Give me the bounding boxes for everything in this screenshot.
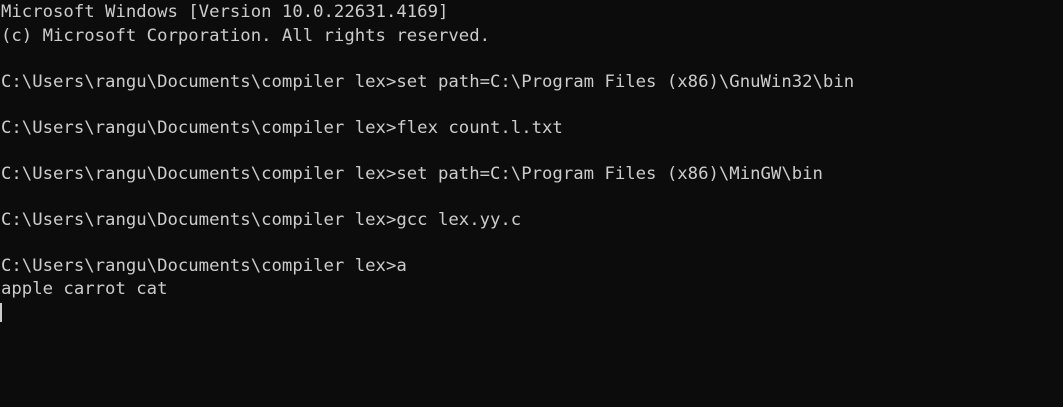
- program-input-line: apple carrot cat: [1, 279, 168, 299]
- command-line-set-path-mingw: C:\Users\rangu\Documents\compiler lex>se…: [1, 164, 823, 184]
- terminal-banner-copyright: (c) Microsoft Corporation. All rights re…: [1, 26, 490, 46]
- command-line-gcc: C:\Users\rangu\Documents\compiler lex>gc…: [1, 210, 522, 230]
- command-line-flex: C:\Users\rangu\Documents\compiler lex>fl…: [1, 118, 563, 138]
- terminal-window[interactable]: Microsoft Windows [Version 10.0.22631.41…: [0, 0, 1063, 407]
- text-cursor: [0, 303, 2, 322]
- command-line-set-path-gnuwin: C:\Users\rangu\Documents\compiler lex>se…: [1, 72, 855, 92]
- terminal-banner-version: Microsoft Windows [Version 10.0.22631.41…: [1, 2, 449, 22]
- command-line-run-a: C:\Users\rangu\Documents\compiler lex>a: [1, 256, 407, 276]
